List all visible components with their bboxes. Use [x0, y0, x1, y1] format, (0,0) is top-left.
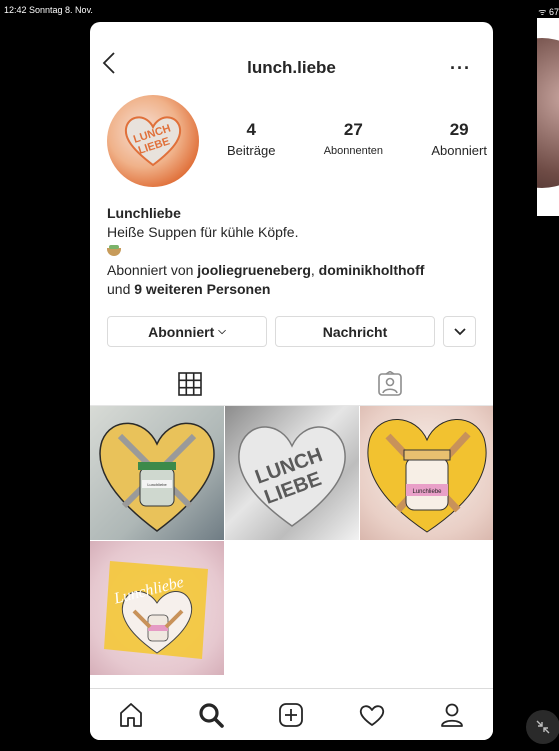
app-window: lunch.liebe ··· LUNCH LIEBE 4 Beiträge 2…	[90, 22, 493, 740]
nav-profile[interactable]	[438, 701, 466, 729]
bottom-navigation	[90, 688, 493, 740]
bio-text: Heiße Suppen für kühle Köpfe.	[107, 224, 299, 240]
search-icon	[199, 703, 224, 728]
message-button-label: Nachricht	[322, 323, 388, 340]
posts-count: 4	[246, 120, 256, 139]
lunchliebe-logo-icon: LUNCH LIEBE	[124, 116, 182, 167]
page-title: lunch.liebe	[247, 58, 336, 77]
avatar[interactable]: LUNCH LIEBE	[107, 95, 199, 187]
profile-summary: LUNCH LIEBE 4 Beiträge 27 Abonnenten 29 …	[107, 95, 487, 190]
followed-by[interactable]: Abonniert von jooliegrueneberg, dominikh…	[107, 261, 482, 280]
heart-icon	[359, 705, 385, 726]
add-post-icon	[279, 703, 303, 727]
posts-stat[interactable]: 4 Beiträge	[227, 120, 275, 158]
tab-posts-grid[interactable]	[90, 362, 290, 406]
followers-label: Abonnenten	[323, 145, 384, 157]
chevron-down-icon	[453, 327, 466, 335]
status-indicators: ᯤ 67	[538, 7, 559, 17]
post-tile[interactable]: Lunchliebe	[90, 406, 224, 540]
message-button[interactable]: Nachricht	[275, 316, 435, 347]
posts-label: Beiträge	[227, 143, 276, 158]
nav-home[interactable]	[117, 701, 145, 729]
followed-by-user-1[interactable]: jooliegrueneberg	[197, 262, 311, 278]
profile-icon	[441, 703, 463, 727]
more-options-button[interactable]: ···	[450, 58, 471, 79]
svg-text:Lunchliebe: Lunchliebe	[147, 482, 167, 487]
post-image-logo-heart: LUNCH LIEBE	[238, 426, 346, 527]
home-icon	[120, 703, 142, 727]
profile-actions: Abonniert ⌵ Nachricht	[107, 316, 476, 347]
followed-by-user-2[interactable]: dominikholthoff	[319, 262, 425, 278]
followed-by-others[interactable]: 9 weiteren Personen	[134, 281, 270, 297]
following-count: 29	[449, 120, 469, 139]
side-app-peek[interactable]	[537, 18, 559, 216]
profile-header: lunch.liebe ···	[90, 22, 493, 79]
followers-stat[interactable]: 27 Abonnenten	[324, 120, 383, 158]
exit-fullscreen-button[interactable]	[526, 710, 559, 744]
post-tile[interactable]: Lunchliebe	[90, 541, 224, 675]
nav-new-post[interactable]	[277, 701, 305, 729]
following-label: Abonniert	[431, 143, 487, 158]
chevron-down-icon: ⌵	[218, 326, 226, 337]
collapse-arrows-icon	[536, 720, 550, 734]
nav-search[interactable]	[197, 701, 225, 729]
post-image-heart-jar: Lunchliebe	[99, 422, 215, 532]
followers-count: 27	[343, 120, 363, 139]
grid-icon	[178, 371, 202, 396]
post-tile[interactable]: Lunchliebe	[360, 406, 493, 540]
following-button-label: Abonniert	[148, 323, 215, 340]
tab-tagged[interactable]	[290, 362, 490, 406]
following-stat[interactable]: 29 Abonniert	[431, 120, 487, 158]
nav-activity[interactable]	[358, 701, 386, 729]
soup-bowl-icon	[107, 245, 121, 256]
profile-tabs	[90, 362, 493, 406]
following-button[interactable]: Abonniert ⌵	[107, 316, 267, 347]
status-time: 12:42 Sonntag 8. Nov.	[4, 5, 93, 15]
post-tile[interactable]: LUNCH LIEBE	[225, 406, 359, 540]
profile-bio: Lunchliebe Heiße Suppen für kühle Köpfe.…	[107, 204, 482, 299]
post-image-script-jar: Lunchliebe	[104, 561, 208, 659]
post-image-yellow-heart-jar: Lunchliebe	[367, 419, 487, 533]
status-bar: 12:42 Sonntag 8. Nov. ᯤ 67	[0, 0, 559, 18]
svg-text:Lunchliebe: Lunchliebe	[412, 489, 442, 495]
profile-name: Lunchliebe	[107, 205, 181, 221]
profile-stats: 4 Beiträge 27 Abonnenten 29 Abonniert	[227, 120, 487, 158]
tagged-person-icon	[378, 371, 402, 396]
suggestions-dropdown-button[interactable]	[443, 316, 476, 347]
